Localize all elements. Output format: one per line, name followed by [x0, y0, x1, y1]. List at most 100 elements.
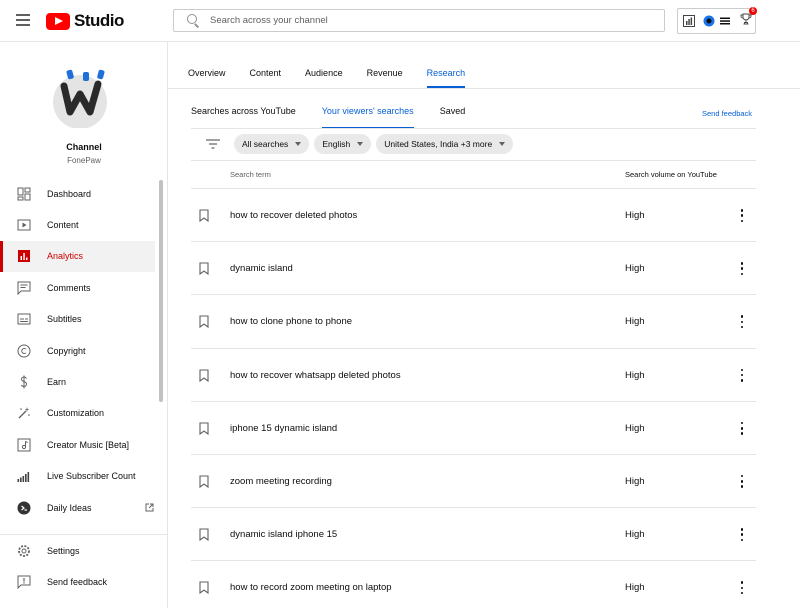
bookmark-icon[interactable]	[199, 422, 209, 435]
notification-count-badge: 6	[749, 7, 757, 15]
sidebar-item-label: Subtitles	[47, 314, 82, 325]
subtab-your-viewers-searches[interactable]: Your viewers' searches	[321, 106, 414, 129]
search-term: how to clone phone to phone	[230, 316, 353, 328]
sidebar-item-send-feedback[interactable]: Send feedback	[0, 566, 167, 597]
chip-label: All searches	[242, 139, 289, 149]
sidebar-item-label: Comments	[47, 282, 91, 293]
search-input[interactable]	[210, 15, 650, 26]
filter-chip-language[interactable]: English	[314, 134, 372, 154]
channel-avatar[interactable]	[50, 64, 114, 128]
sidebar: Channel FonePaw Dashboard Content Analyt…	[0, 42, 168, 608]
sidebar-item-dashboard[interactable]: Dashboard	[0, 178, 155, 209]
logo-text: Studio	[74, 11, 124, 30]
table-row[interactable]: how to clone phone to phone High	[191, 295, 756, 349]
creator-music-icon	[17, 438, 31, 452]
settings-icon	[18, 544, 30, 557]
filter-bar: All searches English United States, Indi…	[205, 134, 518, 154]
search-icon	[182, 10, 204, 32]
dashboard-icon	[17, 187, 31, 201]
sidebar-item-copyright[interactable]: Copyright	[0, 335, 155, 366]
chevron-down-icon	[295, 142, 302, 146]
sidebar-nav: Dashboard Content Analytics Comments Sub…	[0, 178, 155, 523]
filter-chip-search-type[interactable]: All searches	[234, 134, 310, 154]
extension-circle-icon[interactable]	[703, 15, 715, 27]
sidebar-item-daily-ideas[interactable]: Daily Ideas	[0, 492, 155, 523]
sidebar-item-label: Dashboard	[47, 188, 92, 199]
search-volume: High	[625, 316, 645, 328]
research-subtabs: Searches across YouTube Your viewers' se…	[191, 106, 491, 129]
notifications-button[interactable]: 6	[740, 7, 757, 30]
menu-icon[interactable]	[16, 14, 30, 26]
tab-overview[interactable]: Overview	[188, 42, 226, 88]
more-options-icon[interactable]	[737, 474, 747, 488]
sidebar-item-earn[interactable]: Earn	[0, 366, 155, 397]
filter-icon[interactable]	[205, 138, 221, 150]
table-row[interactable]: how to recover whatsapp deleted photos H…	[191, 349, 756, 402]
tabs-divider	[168, 88, 800, 89]
table-row[interactable]: zoom meeting recording High	[191, 455, 756, 509]
earn-icon	[20, 375, 28, 389]
channel-name: FonePaw	[67, 156, 101, 165]
subtitles-icon	[17, 313, 31, 325]
table-row[interactable]: iphone 15 dynamic island High	[191, 402, 756, 455]
more-options-icon[interactable]	[737, 262, 747, 276]
search-box[interactable]	[173, 9, 665, 32]
bookmark-icon[interactable]	[199, 528, 209, 542]
more-options-icon[interactable]	[737, 315, 747, 329]
sidebar-item-customization[interactable]: Customization	[0, 398, 155, 429]
search-volume: High	[625, 369, 645, 381]
subtab-saved[interactable]: Saved	[440, 106, 466, 128]
sidebar-item-analytics[interactable]: Analytics	[0, 240, 155, 273]
channel-label: Channel	[66, 142, 102, 152]
more-options-icon[interactable]	[737, 421, 747, 435]
list-menu-icon[interactable]	[719, 15, 731, 27]
bookmark-icon[interactable]	[199, 209, 209, 222]
tab-revenue[interactable]: Revenue	[367, 42, 403, 88]
chevron-down-icon	[499, 142, 506, 146]
bookmark-icon[interactable]	[199, 581, 209, 595]
search-term: iphone 15 dynamic island	[230, 422, 338, 434]
sidebar-item-label: Send feedback	[47, 577, 108, 588]
more-options-icon[interactable]	[737, 528, 747, 542]
tab-content[interactable]: Content	[250, 42, 282, 88]
table-row[interactable]: dynamic island iphone 15 High	[191, 508, 756, 562]
sidebar-bottom: Settings Send feedback	[0, 534, 167, 598]
send-feedback-link[interactable]: Send feedback	[702, 109, 752, 118]
copyright-icon	[17, 344, 31, 358]
table-header: Search term Search volume on YouTube	[191, 161, 756, 189]
table-row[interactable]: how to recover deleted photos High	[191, 189, 756, 243]
sidebar-scrollbar[interactable]	[159, 180, 163, 402]
sidebar-item-content[interactable]: Content	[0, 209, 155, 240]
youtube-studio-logo[interactable]: Studio	[46, 11, 124, 31]
search-term: how to recover deleted photos	[230, 210, 358, 221]
more-options-icon[interactable]	[737, 581, 747, 595]
subtab-searches-across-youtube[interactable]: Searches across YouTube	[191, 106, 296, 128]
bookmark-icon[interactable]	[199, 315, 209, 329]
table-row[interactable]: dynamic island High	[191, 242, 756, 296]
content-icon	[17, 219, 31, 231]
external-link-icon	[145, 503, 154, 512]
filter-chip-location[interactable]: United States, India +3 more	[376, 134, 514, 154]
more-options-icon[interactable]	[737, 209, 747, 222]
search-volume: High	[625, 210, 645, 221]
tab-research[interactable]: Research	[426, 42, 465, 88]
top-header: Studio 6	[0, 0, 800, 42]
sidebar-item-subtitles[interactable]: Subtitles	[0, 304, 155, 335]
feedback-icon	[17, 575, 31, 590]
sidebar-item-label: Copyright	[47, 345, 86, 356]
table-row[interactable]: how to record zoom meeting on laptop Hig…	[191, 561, 756, 608]
bookmark-icon[interactable]	[199, 369, 209, 382]
sidebar-item-label: Creator Music [Beta]	[47, 439, 130, 450]
more-options-icon[interactable]	[737, 368, 747, 382]
search-volume: High	[625, 529, 645, 541]
column-header-search-volume[interactable]: Search volume on YouTube	[625, 170, 717, 179]
vidiq-stats-icon[interactable]	[683, 15, 695, 27]
sidebar-item-settings[interactable]: Settings	[0, 535, 167, 566]
bookmark-icon[interactable]	[199, 475, 209, 488]
sidebar-item-live-subscriber-count[interactable]: Live Subscriber Count	[0, 461, 155, 492]
subtabs-divider	[191, 128, 756, 129]
sidebar-item-comments[interactable]: Comments	[0, 272, 155, 303]
sidebar-item-creator-music[interactable]: Creator Music [Beta]	[0, 429, 155, 460]
bookmark-icon[interactable]	[199, 262, 209, 276]
tab-audience[interactable]: Audience	[305, 42, 343, 88]
